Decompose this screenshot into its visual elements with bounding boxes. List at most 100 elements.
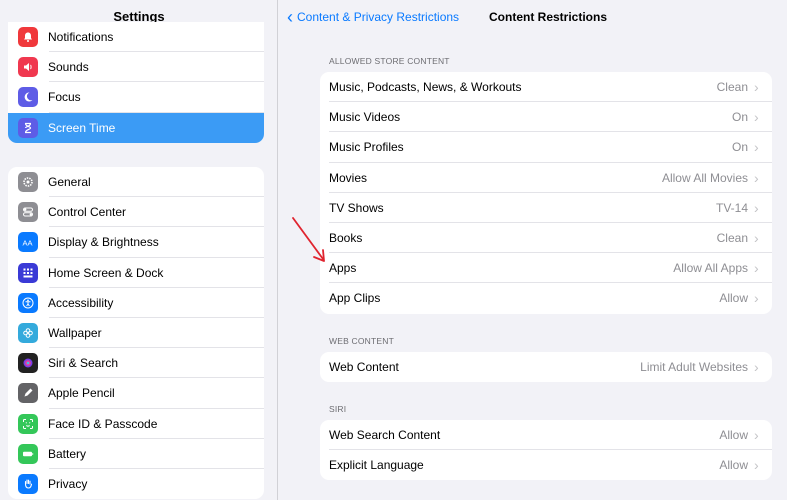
settings-card: Web Search Content Allow › Explicit Languag… bbox=[320, 420, 772, 481]
chevron-right-icon: › bbox=[754, 199, 759, 216]
row-value: Allow bbox=[719, 458, 748, 473]
sidebar-item-notifications[interactable]: Notifications bbox=[8, 22, 264, 53]
sidebar-item-display-brightness[interactable]: AA Display & Brightness bbox=[8, 227, 264, 258]
sidebar-item-focus[interactable]: Focus bbox=[8, 82, 264, 113]
sidebar-item-sounds[interactable]: Sounds bbox=[8, 52, 264, 83]
row-label: Explicit Language bbox=[329, 458, 424, 473]
sidebar-item-label: Screen Time bbox=[48, 120, 116, 135]
sidebar-item-screen-time[interactable]: Screen Time bbox=[8, 112, 264, 143]
row-value: Allow All Apps bbox=[673, 261, 748, 276]
chevron-right-icon: › bbox=[754, 169, 759, 186]
content-restrictions-pane: ‹ Content & Privacy Restrictions Content… bbox=[279, 0, 787, 500]
chevron-right-icon: › bbox=[754, 260, 759, 277]
sidebar-item-label: Wallpaper bbox=[48, 326, 102, 341]
row-label: Apps bbox=[329, 261, 357, 276]
chevron-right-icon: › bbox=[754, 427, 759, 444]
chevron-right-icon: › bbox=[754, 79, 759, 96]
section-header: ALLOWED STORE CONTENT bbox=[329, 56, 450, 66]
moon-icon bbox=[18, 87, 38, 108]
pencil-icon bbox=[18, 383, 38, 404]
sidebar-group-2: General Control Center AA Display & Brightn… bbox=[8, 167, 264, 500]
sidebar-item-face-id-passcode[interactable]: Face ID & Passcode bbox=[8, 409, 264, 439]
chevron-left-icon: ‹ bbox=[287, 7, 293, 27]
row-value: Limit Adult Websites bbox=[640, 360, 748, 375]
chevron-right-icon: › bbox=[754, 230, 759, 247]
row-explicit-language[interactable]: Explicit Language Allow › bbox=[320, 450, 772, 480]
hourglass-icon bbox=[18, 117, 38, 138]
row-web-search-content[interactable]: Web Search Content Allow › bbox=[320, 420, 772, 451]
row-tv-shows[interactable]: TV Shows TV-14 › bbox=[320, 193, 772, 224]
row-label: Music, Podcasts, News, & Workouts bbox=[329, 80, 522, 95]
chevron-right-icon: › bbox=[754, 139, 759, 156]
gear-icon bbox=[18, 172, 38, 193]
row-music-podcasts-news-workouts[interactable]: Music, Podcasts, News, & Workouts Clean › bbox=[320, 72, 772, 103]
row-app-clips[interactable]: App Clips Allow › bbox=[320, 283, 772, 313]
svg-text:AA: AA bbox=[23, 239, 33, 248]
sidebar-item-label: Focus bbox=[48, 90, 81, 105]
sidebar-item-label: Display & Brightness bbox=[48, 235, 159, 250]
chevron-right-icon: › bbox=[754, 359, 759, 376]
row-label: App Clips bbox=[329, 291, 381, 306]
row-label: Movies bbox=[329, 170, 368, 185]
faceid-icon bbox=[18, 413, 38, 434]
row-label: TV Shows bbox=[329, 200, 384, 215]
sidebar-item-label: Battery bbox=[48, 446, 87, 461]
sidebar-item-label: Privacy bbox=[48, 476, 88, 491]
grid-icon bbox=[18, 262, 38, 283]
row-value: Allow bbox=[719, 291, 748, 306]
row-value: Allow All Movies bbox=[661, 170, 748, 185]
chevron-right-icon: › bbox=[754, 290, 759, 307]
row-value: On bbox=[731, 110, 748, 125]
row-music-profiles[interactable]: Music Profiles On › bbox=[320, 132, 772, 163]
row-value: Clean bbox=[716, 80, 748, 95]
chevron-right-icon: › bbox=[754, 457, 759, 474]
row-books[interactable]: Books Clean › bbox=[320, 223, 772, 254]
sidebar-item-label: General bbox=[48, 175, 91, 190]
sidebar-item-control-center[interactable]: Control Center bbox=[8, 197, 264, 228]
sidebar-item-home-screen-dock[interactable]: Home Screen & Dock bbox=[8, 258, 264, 288]
bell-icon bbox=[18, 27, 38, 48]
sidebar-item-privacy[interactable]: Privacy bbox=[8, 469, 264, 499]
sidebar-item-battery[interactable]: Battery bbox=[8, 439, 264, 470]
speaker-icon bbox=[18, 57, 38, 78]
sidebar-item-apple-pencil[interactable]: Apple Pencil bbox=[8, 378, 264, 409]
sidebar-item-general[interactable]: General bbox=[8, 167, 264, 198]
sidebar-item-label: Sounds bbox=[48, 60, 89, 75]
row-label: Books bbox=[329, 231, 363, 246]
sidebar-item-label: Home Screen & Dock bbox=[48, 265, 164, 280]
page-title: Content Restrictions bbox=[489, 10, 608, 24]
sidebar-item-label: Control Center bbox=[48, 205, 127, 220]
row-label: Music Profiles bbox=[329, 140, 404, 155]
back-button-label: Content & Privacy Restrictions bbox=[297, 10, 460, 24]
sidebar-item-siri-search[interactable]: Siri & Search bbox=[8, 348, 264, 379]
row-web-content[interactable]: Web Content Limit Adult Websites › bbox=[320, 352, 772, 382]
row-music-videos[interactable]: Music Videos On › bbox=[320, 102, 772, 133]
sidebar-item-label: Siri & Search bbox=[48, 356, 119, 371]
siri-icon bbox=[18, 353, 38, 374]
hand-icon bbox=[18, 473, 38, 494]
section-header: WEB CONTENT bbox=[329, 336, 395, 346]
section-header: SIRI bbox=[329, 404, 347, 414]
text-size-icon: AA bbox=[18, 232, 38, 253]
sidebar-item-accessibility[interactable]: Accessibility bbox=[8, 288, 264, 319]
row-value: TV-14 bbox=[715, 200, 748, 215]
row-label: Web Content bbox=[329, 360, 399, 375]
sidebar-item-label: Accessibility bbox=[48, 295, 114, 310]
flower-icon bbox=[18, 323, 38, 344]
row-value: Allow bbox=[719, 428, 748, 443]
red-arrow-icon bbox=[292, 217, 325, 262]
settings-card: Web Content Limit Adult Websites › bbox=[320, 352, 772, 383]
sidebar-group-1: Notifications Sounds Focus Screen Time bbox=[8, 22, 264, 143]
row-value: On bbox=[731, 140, 748, 155]
row-movies[interactable]: Movies Allow All Movies › bbox=[320, 163, 772, 193]
row-label: Web Search Content bbox=[329, 428, 441, 443]
sidebar-item-label: Notifications bbox=[48, 30, 114, 45]
battery-icon bbox=[18, 443, 38, 464]
row-apps[interactable]: Apps Allow All Apps › bbox=[320, 253, 772, 284]
toggles-icon bbox=[18, 202, 38, 223]
accessibility-icon bbox=[18, 292, 38, 313]
sidebar-item-label: Face ID & Passcode bbox=[48, 416, 158, 431]
sidebar-item-label: Apple Pencil bbox=[48, 386, 115, 401]
back-button[interactable]: ‹ Content & Privacy Restrictions bbox=[287, 8, 459, 26]
sidebar-item-wallpaper[interactable]: Wallpaper bbox=[8, 318, 264, 349]
